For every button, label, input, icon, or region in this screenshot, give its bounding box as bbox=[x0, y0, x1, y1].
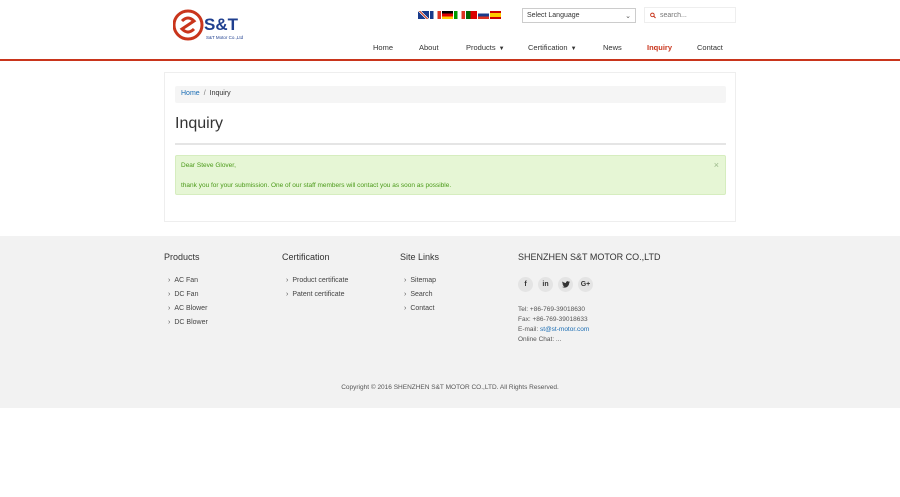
language-select-value: Select Language bbox=[527, 12, 580, 19]
nav-inquiry[interactable]: Inquiry bbox=[647, 43, 672, 52]
french-flag-icon[interactable] bbox=[430, 11, 441, 19]
caret-down-icon: ▼ bbox=[570, 46, 577, 52]
facebook-icon[interactable]: f bbox=[518, 277, 533, 292]
footer-company-title: SHENZHEN S&T MOTOR CO.,LTD bbox=[518, 252, 661, 262]
twitter-icon[interactable] bbox=[558, 277, 573, 292]
footer-link-dc-fan[interactable]: DC Fan bbox=[164, 291, 208, 298]
russian-flag-icon[interactable] bbox=[478, 11, 489, 19]
nav-contact[interactable]: Contact bbox=[697, 43, 723, 52]
social-links: f in G+ bbox=[518, 277, 661, 292]
nav-products-label: Products bbox=[466, 43, 496, 52]
title-divider bbox=[175, 143, 726, 145]
german-flag-icon[interactable] bbox=[442, 11, 453, 19]
footer-link-patent-certificate[interactable]: Patent certificate bbox=[282, 291, 348, 298]
search-icon bbox=[650, 12, 656, 18]
email-link[interactable]: st@st-motor.com bbox=[540, 326, 589, 333]
english-flag-icon[interactable] bbox=[418, 11, 429, 19]
alert-message: thank you for your submission. One of ou… bbox=[181, 182, 452, 189]
breadcrumb-current: Inquiry bbox=[209, 90, 231, 97]
svg-text:S&T Motor Co.,Ltd: S&T Motor Co.,Ltd bbox=[206, 35, 244, 40]
footer-link-contact[interactable]: Contact bbox=[400, 305, 439, 312]
breadcrumb-separator: / bbox=[203, 90, 206, 97]
breadcrumb: Home / Inquiry bbox=[175, 86, 726, 103]
footer-link-ac-fan[interactable]: AC Fan bbox=[164, 277, 208, 284]
linkedin-icon[interactable]: in bbox=[538, 277, 553, 292]
chevron-down-icon: ⌄ bbox=[625, 12, 631, 20]
caret-down-icon: ▼ bbox=[498, 46, 505, 52]
search-box[interactable] bbox=[644, 7, 736, 23]
footer-link-sitemap[interactable]: Sitemap bbox=[400, 277, 439, 284]
nav-news[interactable]: News bbox=[603, 43, 622, 52]
contact-email: E-mail: st@st-motor.com bbox=[518, 325, 661, 335]
site-logo[interactable]: S&T S&T Motor Co.,Ltd bbox=[172, 9, 253, 43]
search-input[interactable] bbox=[660, 11, 730, 19]
contact-tel: Tel: +86-769-39018630 bbox=[518, 306, 586, 313]
page-title: Inquiry bbox=[175, 115, 224, 132]
spanish-flag-icon[interactable] bbox=[490, 11, 501, 19]
nav-home[interactable]: Home bbox=[373, 43, 393, 52]
nav-products[interactable]: Products ▼ bbox=[466, 43, 505, 52]
contact-email-label: E-mail: bbox=[518, 326, 541, 333]
footer-certification: Certification Product certificate Patent… bbox=[282, 252, 348, 305]
alert-greeting: Dear Steve Glover, bbox=[181, 162, 236, 169]
footer-products: Products AC Fan DC Fan AC Blower DC Blow… bbox=[164, 252, 208, 333]
footer-certification-title: Certification bbox=[282, 252, 330, 262]
google-plus-icon[interactable]: G+ bbox=[578, 277, 593, 292]
nav-about[interactable]: About bbox=[419, 43, 439, 52]
footer-link-search[interactable]: Search bbox=[400, 291, 439, 298]
close-icon[interactable]: × bbox=[714, 160, 719, 170]
language-select[interactable]: Select Language ⌄ bbox=[522, 8, 636, 23]
language-flags bbox=[418, 11, 501, 19]
content-panel: Home / Inquiry Inquiry Dear Steve Glover, … bbox=[164, 72, 736, 222]
breadcrumb-home[interactable]: Home bbox=[181, 90, 200, 97]
footer-company: SHENZHEN S&T MOTOR CO.,LTD f in G+ Tel: … bbox=[518, 252, 661, 345]
footer-site-links: Site Links Sitemap Search Contact bbox=[400, 252, 439, 319]
nav-certification-label: Certification bbox=[528, 43, 568, 52]
footer-site-links-title: Site Links bbox=[400, 252, 440, 262]
svg-text:S&T: S&T bbox=[204, 15, 239, 34]
success-alert: Dear Steve Glover, thank you for your su… bbox=[175, 155, 726, 195]
site-header: S&T S&T Motor Co.,Ltd Select Language ⌄ … bbox=[0, 0, 900, 61]
nav-certification[interactable]: Certification ▼ bbox=[528, 43, 577, 52]
main-nav: Home About Products ▼ Certification ▼ News… bbox=[0, 43, 900, 53]
site-footer: Products AC Fan DC Fan AC Blower DC Blow… bbox=[0, 236, 900, 408]
footer-link-dc-blower[interactable]: DC Blower bbox=[164, 319, 207, 326]
footer-products-title: Products bbox=[164, 252, 200, 262]
footer-link-product-certificate[interactable]: Product certificate bbox=[282, 277, 348, 284]
footer-link-ac-blower[interactable]: AC Blower bbox=[164, 305, 208, 312]
portuguese-flag-icon[interactable] bbox=[466, 11, 477, 19]
contact-fax: Fax: +86-769-39018633 bbox=[518, 316, 588, 323]
contact-chat[interactable]: Online Chat: ... bbox=[518, 335, 661, 345]
italian-flag-icon[interactable] bbox=[454, 11, 465, 19]
copyright: Copyright © 2016 SHENZHEN S&T MOTOR CO.,… bbox=[341, 384, 559, 391]
